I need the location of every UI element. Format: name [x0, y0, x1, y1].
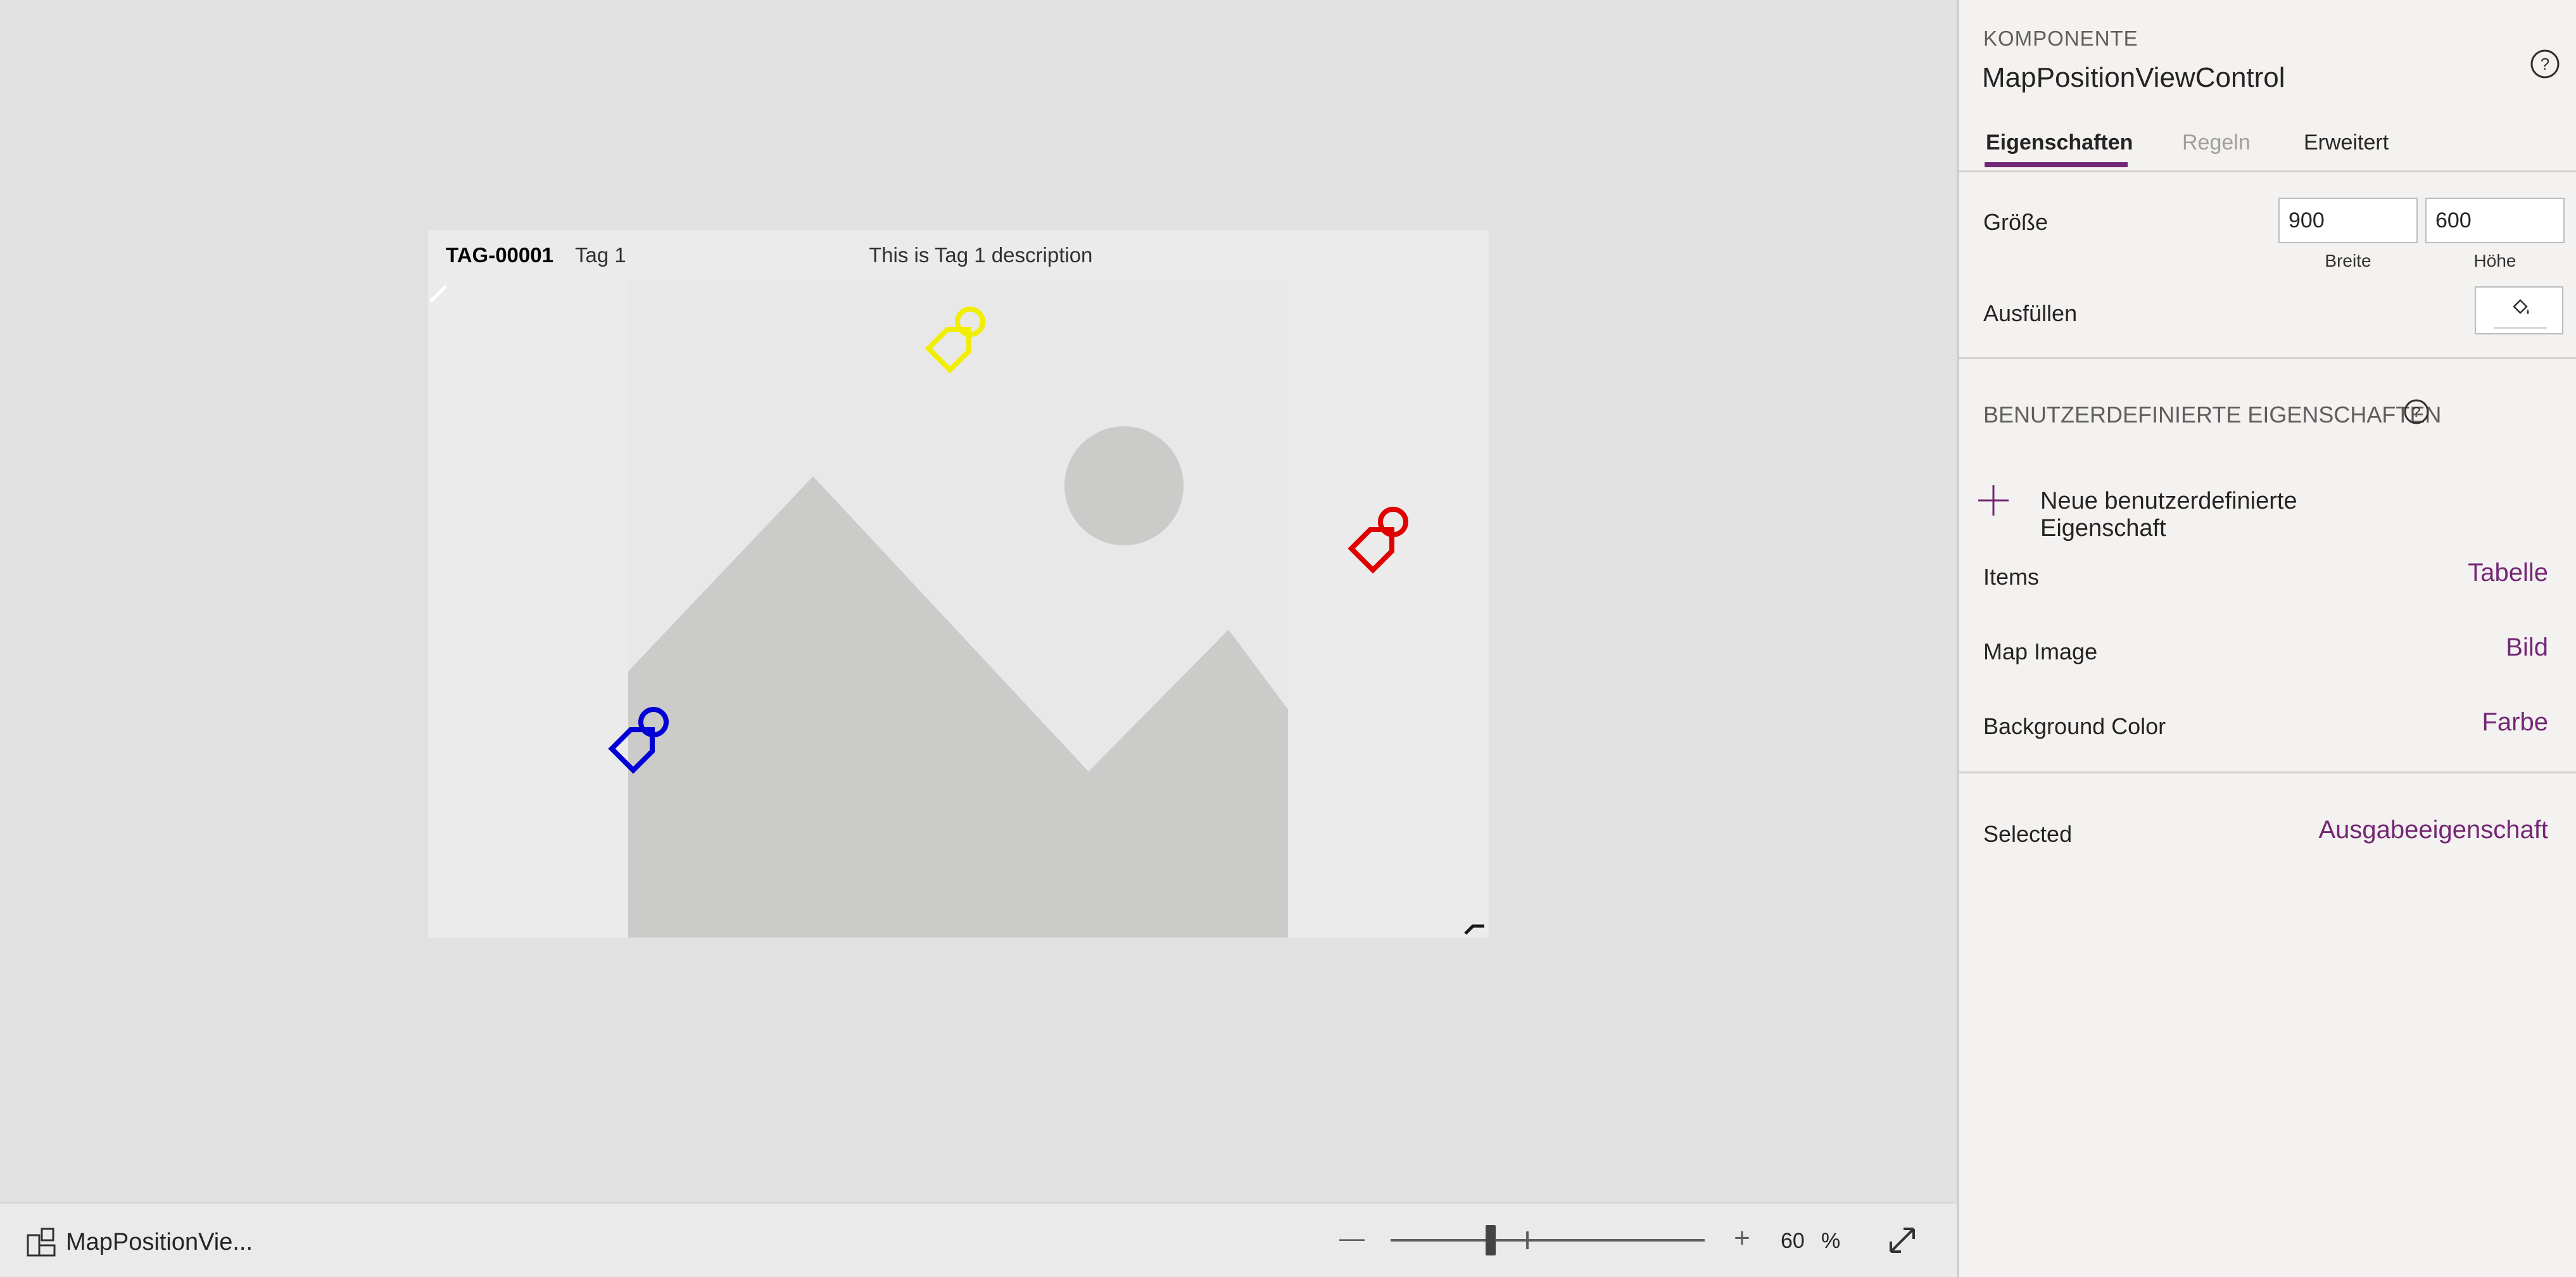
- fill-color-bar: [2494, 327, 2547, 329]
- divider: [1959, 357, 2576, 359]
- panel-kicker: KOMPONENTE: [1983, 27, 2138, 50]
- tag-description: This is Tag 1 description: [869, 243, 1093, 267]
- tag-name: Tag 1: [575, 243, 626, 267]
- property-type-items[interactable]: Tabelle: [2468, 559, 2548, 587]
- tag-header: TAG-00001 Tag 1 This is Tag 1 descriptio…: [428, 231, 1489, 281]
- height-sublabel: Höhe: [2473, 251, 2516, 270]
- component-icon[interactable]: [25, 1226, 57, 1258]
- zoom-unit: %: [1821, 1229, 1841, 1253]
- help-icon[interactable]: ?: [2402, 398, 2430, 426]
- zoom-slider[interactable]: [1391, 1225, 1705, 1255]
- property-type-map-image[interactable]: Bild: [2506, 633, 2548, 662]
- divider: [1959, 772, 2576, 773]
- add-custom-property-button[interactable]: Neue benutzerdefinierte Eigenschaft: [1976, 480, 2419, 542]
- tab-eigenschaften[interactable]: Eigenschaften: [1986, 130, 2133, 155]
- property-name-map-image: Map Image: [1983, 638, 2098, 664]
- map-image-placeholder: [628, 281, 1288, 937]
- width-sublabel: Breite: [2325, 251, 2371, 270]
- add-custom-property-label: Neue benutzerdefinierte Eigenschaft: [2040, 488, 2297, 542]
- height-input[interactable]: [2425, 198, 2565, 243]
- status-bar: MapPositionVie... — + 60 %: [0, 1202, 1957, 1277]
- property-type-background-color[interactable]: Farbe: [2482, 708, 2549, 737]
- tag-marker-blue-icon[interactable]: [605, 701, 681, 777]
- resize-handle-bottom-right-icon[interactable]: [1463, 915, 1488, 940]
- width-input[interactable]: [2278, 198, 2418, 243]
- property-name-background-color: Background Color: [1983, 713, 2166, 739]
- canvas-area[interactable]: TAG-00001 Tag 1 This is Tag 1 descriptio…: [0, 0, 1957, 1202]
- tag-id: TAG-00001: [446, 243, 553, 267]
- size-label: Größe: [1983, 209, 2049, 235]
- svg-text:?: ?: [2413, 403, 2421, 420]
- tag-marker-yellow-icon[interactable]: [922, 300, 998, 376]
- active-tab-indicator: [1985, 162, 2128, 167]
- property-type-selected[interactable]: Ausgabeeigenschaft: [2319, 816, 2549, 844]
- tab-regeln[interactable]: Regeln: [2182, 130, 2251, 155]
- fit-to-window-icon[interactable]: [1885, 1223, 1920, 1258]
- custom-properties-heading: BENUTZERDEFINIERTE EIGENSCHAFTEN: [1983, 402, 2442, 428]
- tab-erweitert[interactable]: Erweitert: [2304, 130, 2389, 155]
- plus-icon: [1978, 485, 2009, 516]
- component-name-label[interactable]: MapPositionVie...: [66, 1229, 253, 1256]
- panel-title: MapPositionViewControl: [1982, 62, 2285, 93]
- zoom-slider-tick: [1526, 1231, 1529, 1249]
- properties-panel: KOMPONENTE MapPositionViewControl ? Eige…: [1957, 0, 2576, 1277]
- component-preview[interactable]: TAG-00001 Tag 1 This is Tag 1 descriptio…: [428, 231, 1489, 937]
- zoom-in-button[interactable]: +: [1726, 1223, 1758, 1254]
- paint-bucket-icon: [2513, 299, 2529, 314]
- help-icon[interactable]: ?: [2529, 48, 2561, 80]
- zoom-value: 60: [1781, 1229, 1805, 1253]
- property-name-selected: Selected: [1983, 821, 2073, 847]
- zoom-slider-thumb[interactable]: [1486, 1225, 1496, 1255]
- svg-text:?: ?: [2541, 54, 2549, 73]
- fill-label: Ausfüllen: [1983, 300, 2078, 326]
- tag-marker-red-icon[interactable]: [1345, 500, 1421, 576]
- zoom-out-button[interactable]: —: [1336, 1223, 1368, 1254]
- fill-color-picker[interactable]: [2475, 286, 2563, 334]
- panel-tabs: Eigenschaften Regeln Erweitert: [1959, 124, 2576, 172]
- resize-handle-top-left-icon[interactable]: [428, 279, 453, 304]
- property-name-items: Items: [1983, 564, 2040, 590]
